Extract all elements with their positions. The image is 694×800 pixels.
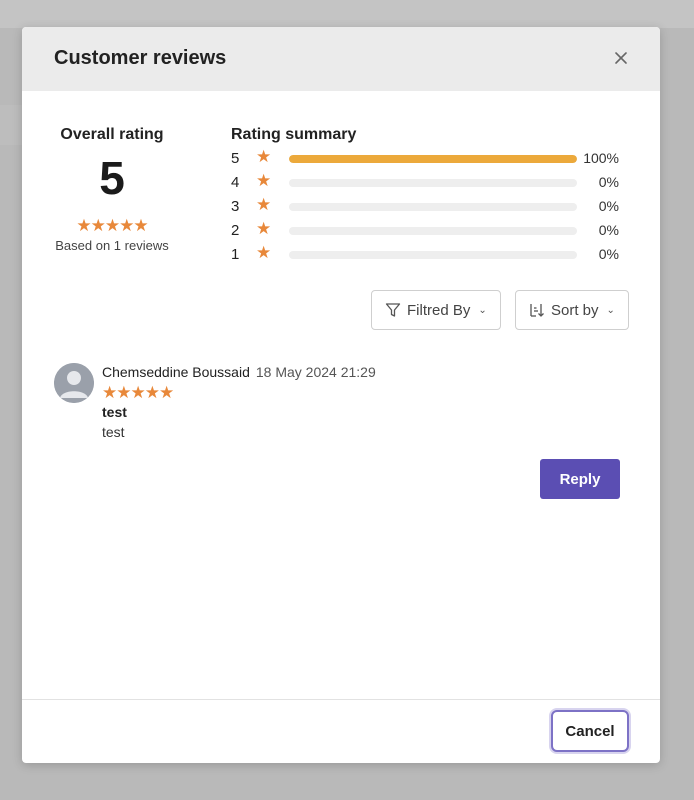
rating-row-percent: 0% [598,246,619,262]
review-body: Chemseddine Boussaid 18 May 2024 21:29 ★★… [102,364,622,440]
cancel-button[interactable]: Cancel [551,710,629,752]
rating-row-3: 3 ★ 0% [231,194,631,218]
chevron-down-icon: ⌄ [478,304,487,316]
rating-row-4: 4 ★ 0% [231,170,631,194]
filter-icon [385,303,401,317]
background-page-header [0,0,694,28]
review-title: test [102,404,127,420]
rating-bar-track [289,179,577,187]
rating-row-percent: 0% [598,198,619,214]
rating-row-stars: 3 [231,198,240,215]
rating-row-stars: 1 [231,246,240,263]
modal-title: Customer reviews [54,47,227,69]
rating-row-stars: 5 [231,150,240,167]
rating-summary-label: Rating summary [231,126,357,143]
star-icon: ★ [256,219,272,238]
footer-divider [22,699,660,700]
rating-row-2: 2 ★ 0% [231,218,631,242]
rating-bar-track [289,203,577,211]
modal-header: Customer reviews [22,27,660,91]
reply-button[interactable]: Reply [540,459,620,499]
star-icon: ★ [256,147,272,166]
review-author: Chemseddine Boussaid [102,364,250,380]
rating-row-stars: 4 [231,174,240,191]
rating-row-percent: 0% [598,174,619,190]
rating-bar-track [289,227,577,235]
overall-based-on: Based on 1 reviews [55,238,169,253]
close-icon[interactable] [612,49,630,67]
rating-bar-track [289,155,577,163]
rating-row-percent: 0% [598,222,619,238]
sort-by-label: Sort by [551,301,599,319]
rating-row-percent: 100% [583,150,619,166]
star-icon: ★ [256,171,272,190]
filter-by-button[interactable]: Filtred By ⌄ [371,290,501,330]
sort-icon [530,304,544,317]
background-page-row [0,105,22,145]
review-stars: ★★★★★ [102,383,174,402]
star-icon: ★ [256,195,272,214]
customer-reviews-modal: Customer reviews Overall rating 5 ★★★★★ … [22,27,660,763]
rating-row-stars: 2 [231,222,240,239]
rating-bar-fill [289,155,577,163]
filter-by-label: Filtred By [407,301,471,319]
overall-rating-panel: Overall rating 5 ★★★★★ Based on 1 review… [54,126,170,253]
review-text: test [102,424,125,440]
sort-by-button[interactable]: Sort by ⌄ [515,290,629,330]
overall-rating-value: 5 [99,152,125,204]
avatar [54,363,94,403]
overall-rating-label: Overall rating [60,126,164,143]
rating-row-5: 5 ★ 100% [231,146,631,170]
rating-summary-panel: Rating summary 5 ★ 100% 4 ★ 0% 3 ★ 0% 2 [231,126,631,266]
rating-rows: 5 ★ 100% 4 ★ 0% 3 ★ 0% 2 ★ 0% 1 ★ 0% [231,146,631,266]
review-date: 18 May 2024 21:29 [255,364,376,380]
overall-stars: ★★★★★ [76,216,148,235]
rating-bar-track [289,251,577,259]
star-icon: ★ [256,243,272,262]
chevron-down-icon: ⌄ [606,304,615,316]
rating-row-1: 1 ★ 0% [231,242,631,266]
